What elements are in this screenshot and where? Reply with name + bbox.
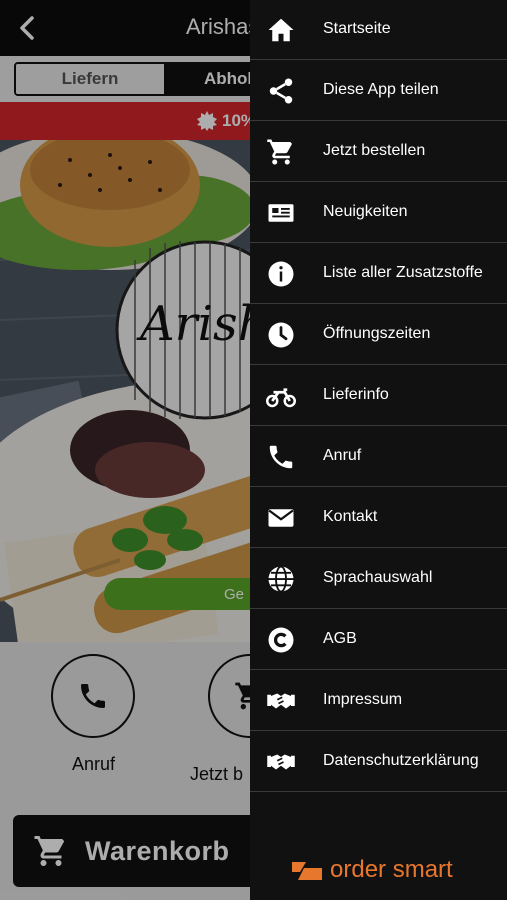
news-icon <box>268 204 294 222</box>
menu-item-label: Liste aller Zusatzstoffe <box>323 264 483 281</box>
home-icon <box>268 18 294 42</box>
motorbike-icon <box>266 388 296 408</box>
menu-item-3[interactable]: Jetzt bestellen <box>250 122 507 182</box>
side-menu: Startseite Diese App teilen Jetzt bestelle… <box>250 0 507 900</box>
menu-item-5[interactable]: Liste aller Zusatzstoffe <box>250 244 507 304</box>
app-screen: Arishas Liefern Abholen 10% Arish Ge Anr… <box>0 0 507 900</box>
menu-item-label: Impressum <box>323 691 403 708</box>
menu-item-11[interactable]: AGB <box>250 610 507 670</box>
menu-item-12[interactable]: Impressum <box>250 671 507 731</box>
menu-item-label: AGB <box>323 630 357 647</box>
globe-icon <box>268 565 294 593</box>
handshake-icon <box>267 754 295 770</box>
menu-item-1[interactable]: Startseite <box>250 0 507 60</box>
envelope-icon <box>268 509 294 527</box>
menu-item-label: Startseite <box>323 20 391 37</box>
menu-item-6[interactable]: Öffnungszeiten <box>250 305 507 365</box>
menu-item-label: Datenschutzerklärung <box>323 752 479 769</box>
menu-item-7[interactable]: Lieferinfo <box>250 366 507 426</box>
menu-item-label: Öffnungszeiten <box>323 325 431 342</box>
menu-item-10[interactable]: Sprachauswahl <box>250 549 507 609</box>
menu-item-label: Diese App teilen <box>323 81 439 98</box>
order-smart-logo-icon <box>292 862 322 880</box>
menu-item-8[interactable]: Anruf <box>250 427 507 487</box>
menu-item-label: Neuigkeiten <box>323 203 408 220</box>
cart-icon <box>267 139 292 165</box>
menu-item-label: Lieferinfo <box>323 386 389 403</box>
menu-item-label: Anruf <box>323 447 362 464</box>
copyright-icon <box>268 627 294 653</box>
drawer-scrim[interactable] <box>0 0 250 900</box>
brand-text: order smart <box>330 856 453 883</box>
menu-item-2[interactable]: Diese App teilen <box>250 61 507 121</box>
menu-item-13[interactable]: Datenschutzerklärung <box>250 732 507 792</box>
menu-item-9[interactable]: Kontakt <box>250 488 507 548</box>
menu-item-label: Sprachauswahl <box>323 569 433 586</box>
share-icon <box>269 78 293 104</box>
handshake-icon <box>267 693 295 709</box>
info-icon <box>268 261 294 287</box>
menu-item-label: Jetzt bestellen <box>323 142 426 159</box>
phone-icon <box>269 445 293 469</box>
menu-item-4[interactable]: Neuigkeiten <box>250 183 507 243</box>
menu-item-label: Kontakt <box>323 508 378 525</box>
clock-icon <box>268 322 294 348</box>
